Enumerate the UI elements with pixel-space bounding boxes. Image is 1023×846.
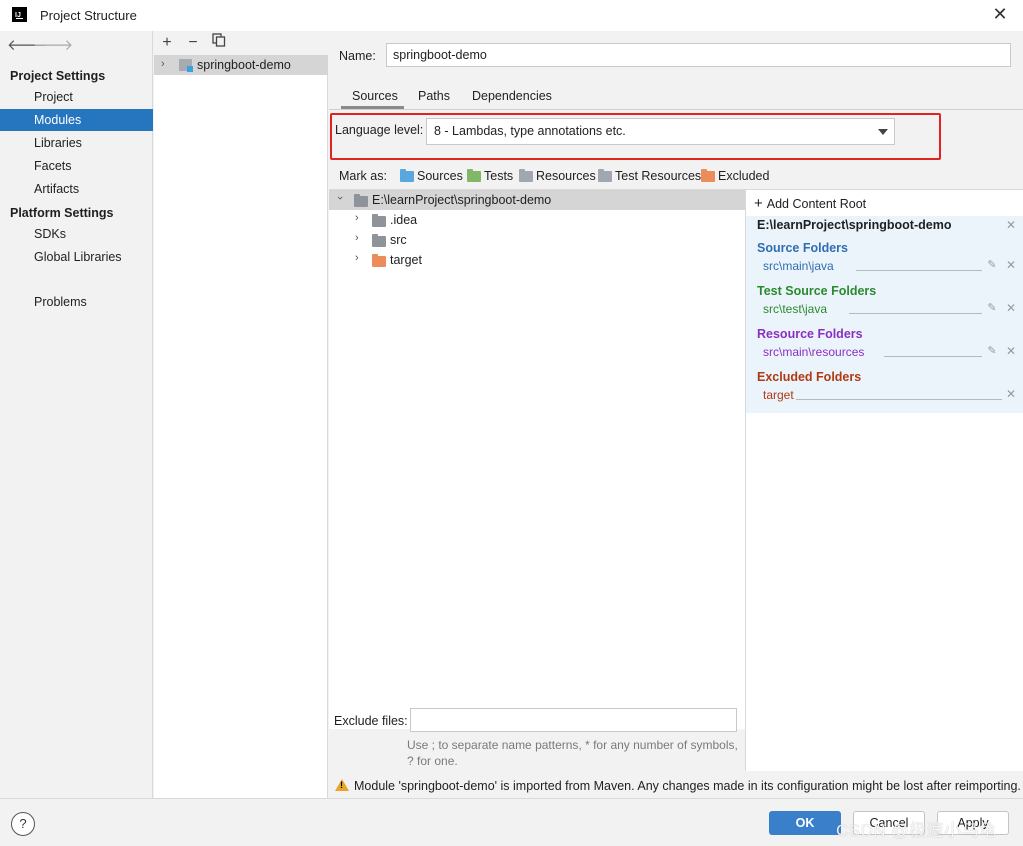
content-roots-panel: + Add Content Root E:\learnProject\spring… [745, 189, 1023, 771]
close-icon[interactable]: ✕ [1005, 302, 1017, 314]
edit-icon[interactable]: ✎ [986, 345, 998, 357]
help-button[interactable]: ? [11, 812, 35, 836]
exclude-files-input[interactable] [410, 708, 737, 732]
nav-item-project[interactable]: Project [0, 86, 153, 108]
tabs-divider [329, 109, 1023, 110]
tree-item-label: target [390, 253, 422, 267]
module-name: springboot-demo [197, 58, 291, 72]
exclude-files-label: Exclude files: [334, 714, 408, 728]
window-title: Project Structure [40, 8, 137, 23]
excluded-folder-icon [701, 169, 715, 182]
nav-item-facets[interactable]: Facets [0, 155, 153, 177]
tab-paths[interactable]: Paths [418, 89, 450, 109]
mark-as-resources-button[interactable]: Resources [519, 169, 596, 183]
content-root-box: E:\learnProject\springboot-demo ✕ Source… [746, 216, 1023, 413]
mark-as-tests-button[interactable]: Tests [467, 169, 513, 183]
content-root-path: E:\learnProject\springboot-demo [757, 218, 952, 232]
add-module-button[interactable]: + [157, 33, 177, 53]
tree-root-label: E:\learnProject\springboot-demo [372, 193, 552, 207]
chevron-down-icon[interactable]: › [334, 196, 346, 200]
platform-settings-heading: Platform Settings [10, 206, 114, 220]
resources-folder-icon [519, 169, 533, 182]
remove-module-button[interactable]: − [183, 33, 203, 53]
tests-folder-icon [467, 169, 481, 182]
exclude-files-hint: Use ; to separate name patterns, * for a… [407, 738, 738, 768]
module-icon [179, 59, 193, 72]
tree-row[interactable]: › src [329, 230, 745, 250]
add-content-root-button[interactable]: + Add Content Root [754, 195, 866, 212]
close-icon[interactable]: ✕ [1005, 345, 1017, 357]
source-folders-heading: Source Folders [757, 241, 848, 255]
tree-item-label: .idea [390, 213, 418, 227]
mark-as-excluded-button[interactable]: Excluded [701, 169, 769, 183]
sources-folder-icon [400, 169, 414, 182]
resource-folders-heading: Resource Folders [757, 327, 863, 341]
intellij-app-icon: IJ [12, 7, 27, 22]
mark-as-sources-button[interactable]: Sources [400, 169, 463, 183]
nav-item-sdks[interactable]: SDKs [0, 223, 153, 245]
title-bar: IJ Project Structure ✕ [0, 0, 1023, 31]
excluded-folder-icon [372, 254, 386, 267]
tree-row[interactable]: › .idea [329, 210, 745, 230]
nav-item-libraries[interactable]: Libraries [0, 132, 153, 154]
content-tree: › E:\learnProject\springboot-demo › .ide… [329, 189, 745, 729]
nav-item-problems[interactable]: Problems [0, 291, 153, 313]
maven-warning-text: Module 'springboot-demo' is imported fro… [354, 779, 1021, 793]
resource-folder-path: src\main\resources [763, 345, 865, 359]
folder-icon [354, 194, 368, 207]
tree-row[interactable]: › target [329, 250, 745, 270]
module-detail: Name: springboot-demo Sources Paths Depe… [329, 31, 1023, 798]
plus-icon: + [754, 195, 763, 212]
close-icon[interactable]: ✕ [989, 3, 1011, 25]
test-source-folder-path: src\test\java [763, 302, 828, 316]
mark-as-test-resources-button[interactable]: Test Resources [598, 169, 701, 183]
module-list-panel: + − › springboot-demo [154, 31, 328, 798]
watermark: CSDN @极速小乌龟 [836, 821, 997, 840]
test-resources-folder-icon [598, 169, 612, 182]
tree-row-root[interactable]: › E:\learnProject\springboot-demo [329, 190, 745, 210]
close-icon[interactable]: ✕ [1005, 259, 1017, 271]
chevron-right-icon[interactable]: › [161, 58, 165, 70]
tab-dependencies[interactable]: Dependencies [472, 89, 552, 109]
chevron-right-icon[interactable]: › [355, 212, 359, 224]
close-icon[interactable]: ✕ [1005, 219, 1017, 231]
warning-icon [335, 779, 349, 791]
copy-icon[interactable] [209, 33, 229, 53]
tree-item-label: src [390, 233, 407, 247]
divider [796, 399, 1002, 400]
mark-as-label: Mark as: [339, 169, 387, 183]
arrow-right-icon[interactable]: 🡒 [33, 35, 73, 54]
chevron-right-icon[interactable]: › [355, 232, 359, 244]
module-list-item[interactable]: › springboot-demo [154, 55, 328, 75]
folder-icon [372, 214, 386, 227]
divider [849, 313, 982, 314]
divider [856, 270, 982, 271]
name-label: Name: [339, 49, 376, 63]
chevron-right-icon[interactable]: › [355, 252, 359, 264]
edit-icon[interactable]: ✎ [986, 259, 998, 271]
excluded-folder-path: target [763, 388, 794, 402]
highlight-annotation-box [330, 113, 941, 160]
edit-icon[interactable]: ✎ [986, 302, 998, 314]
module-name-input[interactable]: springboot-demo [386, 43, 1011, 67]
source-folder-path: src\main\java [763, 259, 834, 273]
project-settings-heading: Project Settings [10, 69, 106, 83]
folder-icon [372, 234, 386, 247]
module-toolbar: + − [154, 31, 328, 55]
excluded-folders-heading: Excluded Folders [757, 370, 862, 384]
close-icon[interactable]: ✕ [1005, 388, 1017, 400]
nav-item-artifacts[interactable]: Artifacts [0, 178, 153, 200]
test-source-folders-heading: Test Source Folders [757, 284, 877, 298]
ok-button[interactable]: OK [769, 811, 841, 835]
nav-item-global-libraries[interactable]: Global Libraries [0, 246, 153, 268]
settings-nav: 🡐 🡒 Project Settings Project Modules Lib… [0, 31, 153, 798]
nav-item-modules[interactable]: Modules [0, 109, 153, 131]
divider [884, 356, 982, 357]
